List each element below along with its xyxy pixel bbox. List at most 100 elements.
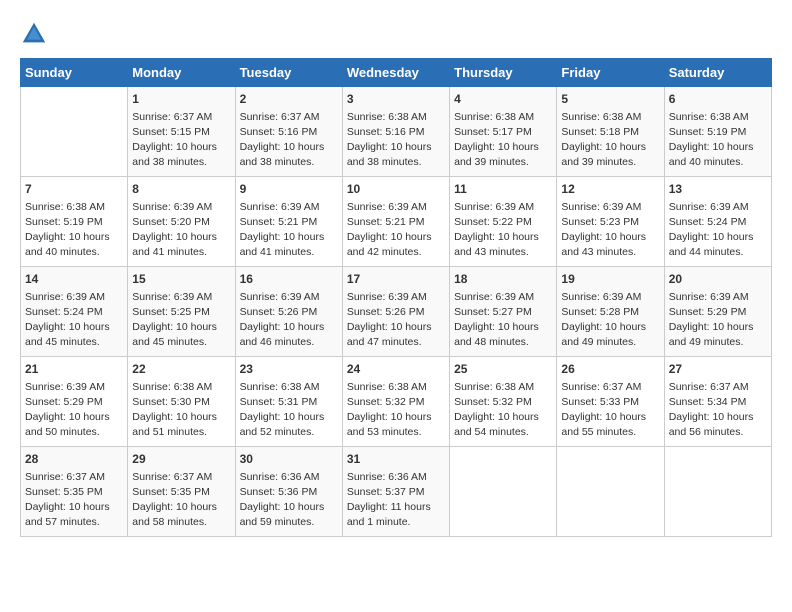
- day-number: 10: [347, 181, 445, 198]
- header-row: SundayMondayTuesdayWednesdayThursdayFrid…: [21, 59, 772, 87]
- calendar-cell: [450, 447, 557, 537]
- calendar-cell: 5Sunrise: 6:38 AMSunset: 5:18 PMDaylight…: [557, 87, 664, 177]
- calendar-cell: 26 Sunrise: 6:37 AMSunset: 5:33 PMDayligh…: [557, 357, 664, 447]
- cell-info: Sunrise: 6:38 AMSunset: 5:19 PMDaylight:…: [669, 110, 767, 171]
- cell-info: Sunrise: 6:38 AMSunset: 5:19 PMDaylight:…: [25, 200, 123, 261]
- cell-info: Sunrise: 6:39 AMSunset: 5:26 PMDaylight:…: [240, 290, 338, 351]
- day-number: 27: [669, 361, 767, 378]
- cell-info: Sunrise: 6:39 AMSunset: 5:24 PMDaylight:…: [669, 200, 767, 261]
- day-number: 15: [132, 271, 230, 288]
- day-number: 20: [669, 271, 767, 288]
- calendar-cell: 31 Sunrise: 6:36 AMSunset: 5:37 PMDayligh…: [342, 447, 449, 537]
- calendar-cell: 15 Sunrise: 6:39 AMSunset: 5:25 PMDayligh…: [128, 267, 235, 357]
- week-row-1: 1 Sunrise: 6:37 AMSunset: 5:15 PMDaylight…: [21, 87, 772, 177]
- cell-info: Sunrise: 6:39 AMSunset: 5:28 PMDaylight:…: [561, 290, 659, 351]
- day-number: 26: [561, 361, 659, 378]
- day-number: 28: [25, 451, 123, 468]
- day-number: 14: [25, 271, 123, 288]
- cell-info: Sunrise: 6:38 AMSunset: 5:32 PMDaylight:…: [454, 380, 552, 441]
- calendar-cell: 18Sunrise: 6:39 AMSunset: 5:27 PMDayligh…: [450, 267, 557, 357]
- cell-info: Sunrise: 6:38 AMSunset: 5:16 PMDaylight:…: [347, 110, 445, 171]
- day-number: 29: [132, 451, 230, 468]
- cell-info: Sunrise: 6:37 AMSunset: 5:35 PMDaylight:…: [25, 470, 123, 531]
- day-number: 11: [454, 181, 552, 198]
- column-header-tuesday: Tuesday: [235, 59, 342, 87]
- cell-info: Sunrise: 6:38 AMSunset: 5:32 PMDaylight:…: [347, 380, 445, 441]
- week-row-4: 21 Sunrise: 6:39 AMSunset: 5:29 PMDayligh…: [21, 357, 772, 447]
- calendar-cell: 7 Sunrise: 6:38 AMSunset: 5:19 PMDaylight…: [21, 177, 128, 267]
- calendar-cell: [664, 447, 771, 537]
- column-header-sunday: Sunday: [21, 59, 128, 87]
- cell-info: Sunrise: 6:39 AMSunset: 5:22 PMDaylight:…: [454, 200, 552, 261]
- cell-info: Sunrise: 6:39 AMSunset: 5:21 PMDaylight:…: [347, 200, 445, 261]
- day-number: 2: [240, 91, 338, 108]
- cell-info: Sunrise: 6:39 AMSunset: 5:21 PMDaylight:…: [240, 200, 338, 261]
- calendar-cell: 21 Sunrise: 6:39 AMSunset: 5:29 PMDayligh…: [21, 357, 128, 447]
- cell-info: Sunrise: 6:37 AMSunset: 5:34 PMDaylight:…: [669, 380, 767, 441]
- calendar-cell: 28 Sunrise: 6:37 AMSunset: 5:35 PMDayligh…: [21, 447, 128, 537]
- cell-info: Sunrise: 6:39 AMSunset: 5:20 PMDaylight:…: [132, 200, 230, 261]
- calendar-cell: 24Sunrise: 6:38 AMSunset: 5:32 PMDayligh…: [342, 357, 449, 447]
- day-number: 31: [347, 451, 445, 468]
- calendar-cell: 4 Sunrise: 6:38 AMSunset: 5:17 PMDaylight…: [450, 87, 557, 177]
- cell-info: Sunrise: 6:38 AMSunset: 5:31 PMDaylight:…: [240, 380, 338, 441]
- calendar-cell: [21, 87, 128, 177]
- calendar-cell: 2 Sunrise: 6:37 AMSunset: 5:16 PMDaylight…: [235, 87, 342, 177]
- week-row-3: 14 Sunrise: 6:39 AMSunset: 5:24 PMDayligh…: [21, 267, 772, 357]
- calendar-cell: 10 Sunrise: 6:39 AMSunset: 5:21 PMDayligh…: [342, 177, 449, 267]
- calendar-cell: [557, 447, 664, 537]
- column-header-monday: Monday: [128, 59, 235, 87]
- cell-info: Sunrise: 6:38 AMSunset: 5:17 PMDaylight:…: [454, 110, 552, 171]
- day-number: 16: [240, 271, 338, 288]
- day-number: 7: [25, 181, 123, 198]
- day-number: 8: [132, 181, 230, 198]
- calendar-cell: 23 Sunrise: 6:38 AMSunset: 5:31 PMDayligh…: [235, 357, 342, 447]
- cell-info: Sunrise: 6:37 AMSunset: 5:35 PMDaylight:…: [132, 470, 230, 531]
- calendar-cell: 27 Sunrise: 6:37 AMSunset: 5:34 PMDayligh…: [664, 357, 771, 447]
- calendar-cell: 14 Sunrise: 6:39 AMSunset: 5:24 PMDayligh…: [21, 267, 128, 357]
- week-row-2: 7 Sunrise: 6:38 AMSunset: 5:19 PMDaylight…: [21, 177, 772, 267]
- calendar-cell: 13 Sunrise: 6:39 AMSunset: 5:24 PMDayligh…: [664, 177, 771, 267]
- cell-info: Sunrise: 6:38 AMSunset: 5:18 PMDaylight:…: [561, 110, 659, 171]
- day-number: 13: [669, 181, 767, 198]
- calendar-cell: 22 Sunrise: 6:38 AMSunset: 5:30 PMDayligh…: [128, 357, 235, 447]
- day-number: 21: [25, 361, 123, 378]
- day-number: 1: [132, 91, 230, 108]
- column-header-wednesday: Wednesday: [342, 59, 449, 87]
- calendar-table: SundayMondayTuesdayWednesdayThursdayFrid…: [20, 58, 772, 537]
- day-number: 6: [669, 91, 767, 108]
- day-number: 17: [347, 271, 445, 288]
- day-number: 4: [454, 91, 552, 108]
- calendar-cell: 19Sunrise: 6:39 AMSunset: 5:28 PMDayligh…: [557, 267, 664, 357]
- cell-info: Sunrise: 6:39 AMSunset: 5:29 PMDaylight:…: [669, 290, 767, 351]
- cell-info: Sunrise: 6:37 AMSunset: 5:33 PMDaylight:…: [561, 380, 659, 441]
- calendar-cell: 11 Sunrise: 6:39 AMSunset: 5:22 PMDayligh…: [450, 177, 557, 267]
- cell-info: Sunrise: 6:38 AMSunset: 5:30 PMDaylight:…: [132, 380, 230, 441]
- cell-info: Sunrise: 6:39 AMSunset: 5:26 PMDaylight:…: [347, 290, 445, 351]
- calendar-cell: 12Sunrise: 6:39 AMSunset: 5:23 PMDayligh…: [557, 177, 664, 267]
- week-row-5: 28 Sunrise: 6:37 AMSunset: 5:35 PMDayligh…: [21, 447, 772, 537]
- calendar-cell: 30 Sunrise: 6:36 AMSunset: 5:36 PMDayligh…: [235, 447, 342, 537]
- cell-info: Sunrise: 6:39 AMSunset: 5:27 PMDaylight:…: [454, 290, 552, 351]
- calendar-cell: 25Sunrise: 6:38 AMSunset: 5:32 PMDayligh…: [450, 357, 557, 447]
- column-header-thursday: Thursday: [450, 59, 557, 87]
- cell-info: Sunrise: 6:37 AMSunset: 5:15 PMDaylight:…: [132, 110, 230, 171]
- calendar-cell: 16 Sunrise: 6:39 AMSunset: 5:26 PMDayligh…: [235, 267, 342, 357]
- day-number: 22: [132, 361, 230, 378]
- cell-info: Sunrise: 6:39 AMSunset: 5:29 PMDaylight:…: [25, 380, 123, 441]
- cell-info: Sunrise: 6:39 AMSunset: 5:24 PMDaylight:…: [25, 290, 123, 351]
- cell-info: Sunrise: 6:36 AMSunset: 5:36 PMDaylight:…: [240, 470, 338, 531]
- page-header: [20, 20, 772, 48]
- calendar-cell: 1 Sunrise: 6:37 AMSunset: 5:15 PMDaylight…: [128, 87, 235, 177]
- calendar-cell: 6 Sunrise: 6:38 AMSunset: 5:19 PMDaylight…: [664, 87, 771, 177]
- day-number: 30: [240, 451, 338, 468]
- cell-info: Sunrise: 6:36 AMSunset: 5:37 PMDaylight:…: [347, 470, 445, 531]
- calendar-cell: 17 Sunrise: 6:39 AMSunset: 5:26 PMDayligh…: [342, 267, 449, 357]
- day-number: 23: [240, 361, 338, 378]
- cell-info: Sunrise: 6:39 AMSunset: 5:25 PMDaylight:…: [132, 290, 230, 351]
- logo-icon: [20, 20, 48, 48]
- logo: [20, 20, 52, 48]
- cell-info: Sunrise: 6:37 AMSunset: 5:16 PMDaylight:…: [240, 110, 338, 171]
- calendar-cell: 3Sunrise: 6:38 AMSunset: 5:16 PMDaylight…: [342, 87, 449, 177]
- day-number: 12: [561, 181, 659, 198]
